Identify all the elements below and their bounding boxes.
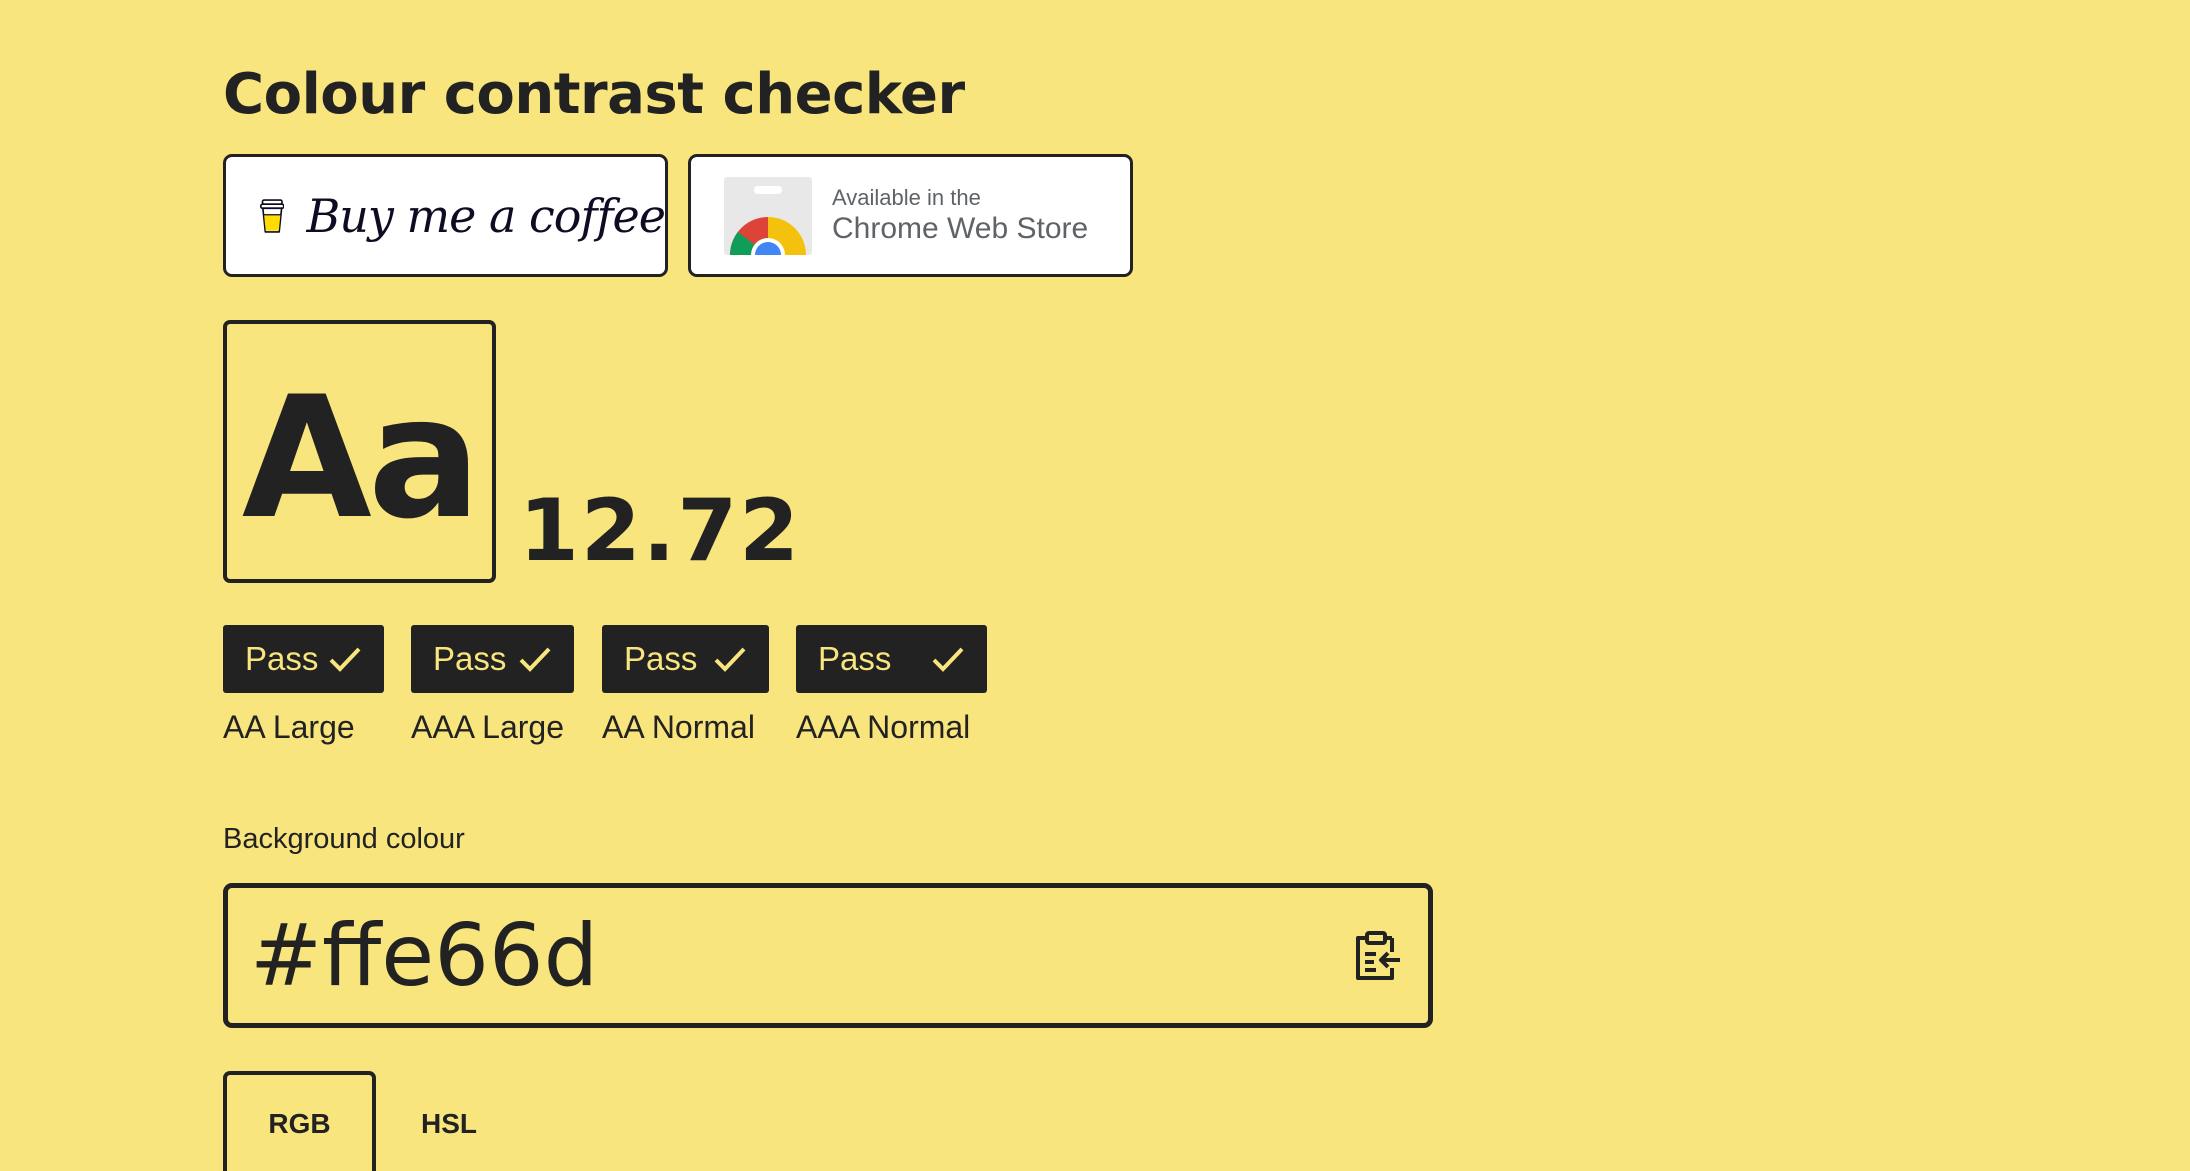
contrast-ratio: 12.72	[519, 481, 802, 581]
pass-badge: Pass	[602, 625, 769, 693]
result-label: AA Large	[223, 709, 355, 745]
pass-badge: Pass	[796, 625, 987, 693]
chrome-store-line2: Chrome Web Store	[832, 211, 1089, 245]
pass-badge: Pass	[411, 625, 574, 693]
badge-label: Pass	[624, 640, 698, 677]
contrast-preview: Aa	[223, 320, 496, 583]
check-icon	[932, 647, 964, 672]
result-label: AAA Large	[411, 709, 564, 745]
tab-hsl[interactable]: HSL	[376, 1071, 522, 1171]
chrome-web-store-button[interactable]: Available in the Chrome Web Store	[688, 154, 1133, 277]
coffee-cup-icon	[260, 198, 285, 233]
check-icon	[714, 647, 746, 672]
coffee-button-label: Buy me a coffee	[306, 188, 665, 243]
result-aaa-large: Pass AAA Large	[411, 625, 574, 746]
buy-me-a-coffee-button[interactable]: Buy me a coffee	[223, 154, 668, 277]
sample-text: Aa	[241, 359, 481, 556]
result-label: AAA Normal	[796, 709, 971, 745]
page-title: Colour contrast checker	[223, 62, 965, 127]
pass-badge: Pass	[223, 625, 384, 693]
background-colour-field	[223, 883, 1433, 1028]
result-aa-normal: Pass AA Normal	[602, 625, 769, 746]
check-icon	[519, 647, 551, 672]
badge-label: Pass	[245, 640, 319, 677]
tab-rgb[interactable]: RGB	[223, 1071, 376, 1171]
badge-label: Pass	[433, 640, 507, 677]
chrome-store-line1: Available in the	[832, 184, 981, 210]
chrome-logo-icon	[724, 176, 812, 255]
clipboard-paste-icon[interactable]	[1352, 930, 1402, 982]
result-aaa-normal: Pass AAA Normal	[796, 625, 987, 746]
check-icon	[329, 647, 361, 672]
background-colour-input[interactable]	[250, 888, 1300, 1023]
result-aa-large: Pass AA Large	[223, 625, 384, 746]
background-colour-label: Background colour	[223, 823, 465, 855]
result-label: AA Normal	[602, 709, 755, 745]
badge-label: Pass	[818, 640, 892, 677]
